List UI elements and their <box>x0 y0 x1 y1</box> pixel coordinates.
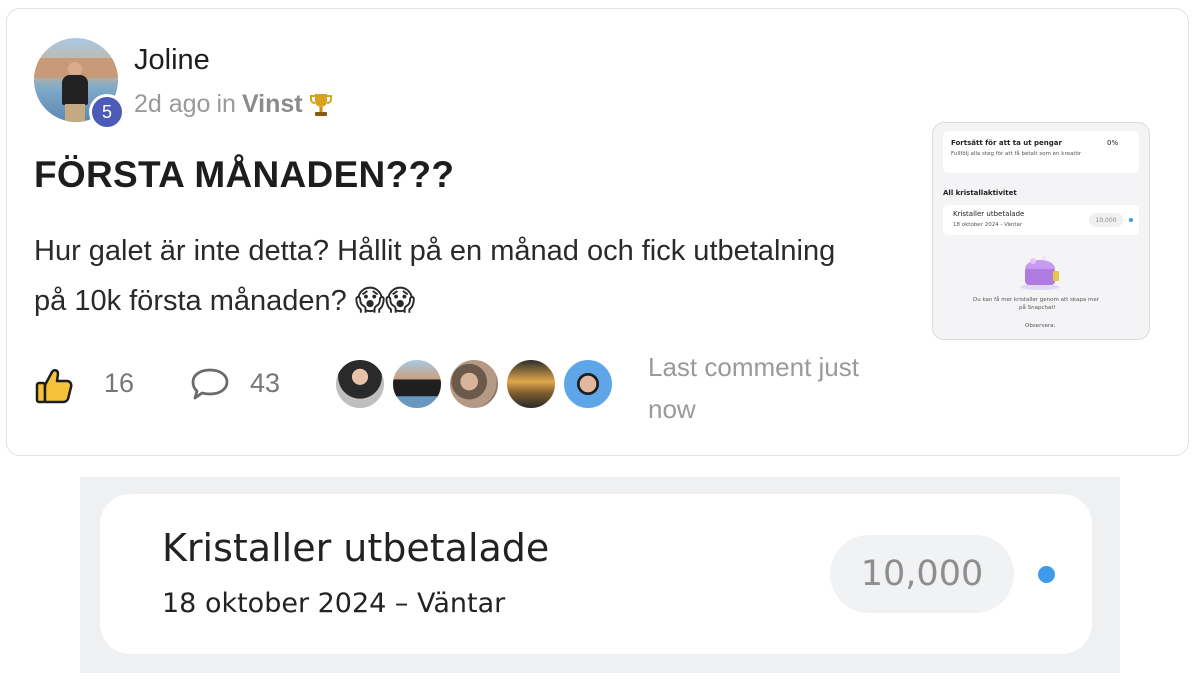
post-in-word: in <box>216 90 236 118</box>
commenter-avatar[interactable] <box>334 358 386 410</box>
post-meta: 2d ago in Vinst <box>134 90 333 119</box>
crystal-chest-icon <box>1020 255 1060 290</box>
like-count: 16 <box>104 368 135 398</box>
comment-count: 43 <box>250 368 281 398</box>
category-link[interactable]: Vinst <box>242 90 303 119</box>
thumb-item-amount: 10,000 <box>1089 213 1123 227</box>
comment-bubble-icon[interactable] <box>190 366 230 402</box>
thumb-info2: på Snapchat! <box>1019 305 1056 311</box>
status-dot <box>1038 566 1055 583</box>
thumb-note: Observera: <box>1025 323 1056 329</box>
author-name[interactable]: Joline <box>134 44 210 77</box>
payout-date-status: 18 oktober 2024 – Väntar <box>162 588 506 619</box>
thumb-row1-title: Fortsätt för att ta ut pengar <box>951 139 1062 147</box>
thumb-row1-percent: 0% <box>1107 139 1119 147</box>
post-image-thumbnail[interactable]: Fortsätt för att ta ut pengar 0% Fullföl… <box>932 122 1150 340</box>
commenter-avatar[interactable] <box>448 358 500 410</box>
commenter-avatar[interactable] <box>562 358 614 410</box>
author-avatar[interactable]: 5 <box>34 38 125 130</box>
post-title[interactable]: FÖRSTA MÅNADEN??? <box>34 154 454 196</box>
level-badge: 5 <box>89 94 125 130</box>
thumb-info: Du kan få mer kristaller genom att skapa… <box>973 297 1099 303</box>
commenter-avatar[interactable] <box>391 358 443 410</box>
commenter-avatar[interactable] <box>505 358 557 410</box>
trophy-icon <box>309 93 332 116</box>
post-body: Hur galet är inte detta? Hållit på en må… <box>34 235 836 317</box>
thumb-item-title: Kristaller utbetalade <box>953 210 1025 218</box>
thumb-status-dot <box>1129 218 1133 222</box>
thumb-row1-sub: Fullfölj alla steg för att få betalt som… <box>951 151 1082 157</box>
payout-amount: 10,000 <box>830 535 1014 613</box>
thumb-section-title: All kristallaktivitet <box>943 189 1017 197</box>
thumbs-up-icon[interactable] <box>34 366 74 406</box>
thumb-item-sub: 18 oktober 2024 - Väntar <box>953 222 1023 228</box>
last-comment-text: Last comment just now <box>648 352 859 424</box>
payout-title: Kristaller utbetalade <box>162 526 550 570</box>
post-time: 2d ago <box>134 90 211 118</box>
